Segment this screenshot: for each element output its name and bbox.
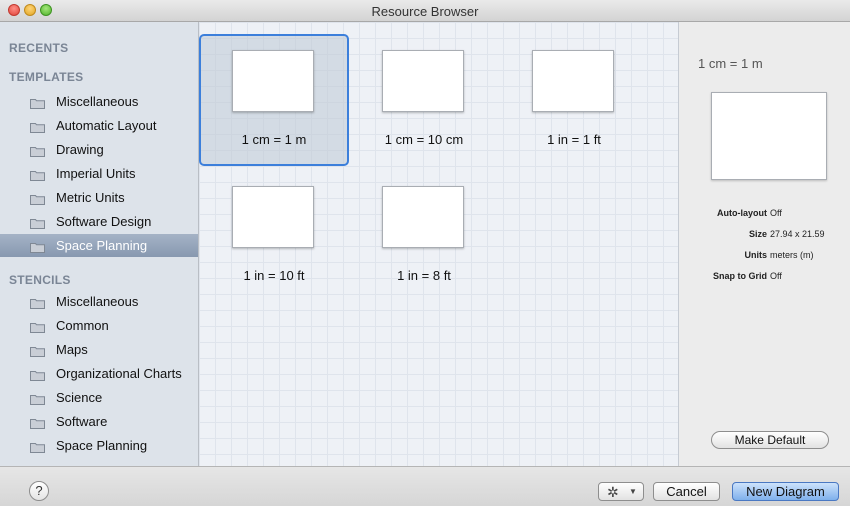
stencil-item-label: Miscellaneous — [56, 294, 139, 309]
template-tile-label: 1 in = 1 ft — [547, 132, 601, 147]
folder-icon — [30, 440, 45, 453]
template-item[interactable]: Miscellaneous — [0, 90, 198, 113]
property-row: Auto-layout Off — [679, 208, 850, 222]
property-value: Off — [770, 271, 782, 281]
template-tile[interactable]: 1 in = 8 ft — [349, 170, 499, 302]
template-tile-label: 1 in = 8 ft — [397, 268, 451, 283]
bottom-bar: ? ✲ ▼ Cancel New Diagram — [0, 466, 850, 506]
stencil-item-label: Space Planning — [56, 438, 148, 453]
template-item-label: Software Design — [56, 214, 152, 229]
template-item[interactable]: Automatic Layout — [0, 114, 198, 137]
inspector-panel: 1 cm = 1 m Auto-layout Off Size 27.94 x 21.… — [679, 22, 850, 466]
template-thumbnail — [232, 186, 314, 248]
folder-icon — [30, 120, 45, 133]
stencil-item-label: Organizational Charts — [56, 366, 182, 381]
template-item[interactable]: Software Design — [0, 210, 198, 233]
new-diagram-button[interactable]: New Diagram — [732, 482, 839, 501]
template-item[interactable]: Metric Units — [0, 186, 198, 209]
title-bar: Resource Browser — [0, 0, 850, 22]
stencil-item[interactable]: Science — [0, 386, 198, 409]
folder-icon — [30, 144, 45, 157]
template-thumbnail — [532, 50, 614, 112]
template-tile[interactable]: 1 in = 1 ft — [499, 34, 649, 166]
section-header-stencils: STENCILS — [9, 273, 71, 287]
property-row: Snap to Grid Off — [679, 271, 850, 285]
property-row: Units meters (m) — [679, 250, 850, 264]
template-item-label: Miscellaneous — [56, 94, 139, 109]
template-tile-label: 1 cm = 10 cm — [384, 132, 464, 147]
property-value: 27.94 x 21.59 — [770, 229, 825, 239]
stencil-item-label: Science — [56, 390, 103, 405]
template-tile[interactable]: 1 in = 10 ft — [199, 170, 349, 302]
resource-browser-window: Resource Browser RECENTS TEMPLATES Misce… — [0, 0, 850, 506]
chevron-down-icon: ▼ — [629, 487, 637, 496]
folder-icon — [30, 416, 45, 429]
property-row: Size 27.94 x 21.59 — [679, 229, 850, 243]
property-name: Size — [748, 229, 767, 239]
property-value: meters (m) — [770, 250, 814, 260]
section-header-templates: TEMPLATES — [9, 70, 84, 84]
folder-icon — [30, 368, 45, 381]
window-title: Resource Browser — [371, 4, 479, 19]
stencil-item-label: Common — [56, 318, 109, 333]
folder-icon — [30, 240, 45, 253]
template-item[interactable]: Space Planning — [0, 234, 198, 257]
stencil-item[interactable]: Space Planning — [0, 434, 198, 457]
folder-icon — [30, 168, 45, 181]
template-item-label: Automatic Layout — [56, 118, 157, 133]
folder-icon — [30, 392, 45, 405]
template-tile-label: 1 cm = 1 m — [241, 132, 307, 147]
template-tile[interactable]: 1 cm = 10 cm — [349, 34, 499, 166]
folder-icon — [30, 192, 45, 205]
template-thumbnail — [232, 50, 314, 112]
template-item-label: Drawing — [56, 142, 104, 157]
stencil-item[interactable]: Miscellaneous — [0, 290, 198, 313]
sidebar: RECENTS TEMPLATES Miscellaneous Automatic… — [0, 22, 199, 466]
gear-icon: ✲ — [607, 484, 619, 500]
property-name: Auto-layout — [717, 208, 767, 218]
make-default-button[interactable]: Make Default — [711, 431, 829, 449]
template-tile[interactable]: 1 cm = 1 m — [199, 34, 349, 166]
template-tile-label: 1 in = 10 ft — [243, 268, 305, 283]
stencil-item-label: Software — [56, 414, 108, 429]
stencil-item-label: Maps — [56, 342, 88, 357]
folder-icon — [30, 296, 45, 309]
template-item-label: Space Planning — [56, 238, 148, 253]
stencil-item[interactable]: Software — [0, 410, 198, 433]
folder-icon — [30, 96, 45, 109]
stencil-item[interactable]: Maps — [0, 338, 198, 361]
action-menu-button[interactable]: ✲ ▼ — [598, 482, 644, 501]
inspector-title: 1 cm = 1 m — [698, 56, 763, 71]
inspector-preview — [711, 92, 827, 180]
template-item-label: Metric Units — [56, 190, 125, 205]
property-value: Off — [770, 208, 782, 218]
property-name: Snap to Grid — [713, 271, 767, 281]
cancel-button[interactable]: Cancel — [653, 482, 720, 501]
property-name: Units — [744, 250, 768, 260]
folder-icon — [30, 320, 45, 333]
stencil-item[interactable]: Organizational Charts — [0, 362, 198, 385]
template-thumbnail — [382, 50, 464, 112]
stencil-item[interactable]: Common — [0, 314, 198, 337]
template-item-label: Imperial Units — [56, 166, 136, 181]
folder-icon — [30, 344, 45, 357]
template-grid: 1 cm = 1 m 1 cm = 10 cm 1 in = 1 ft 1 in = … — [199, 22, 679, 466]
template-item[interactable]: Drawing — [0, 138, 198, 161]
section-header-recents[interactable]: RECENTS — [9, 41, 68, 55]
template-item[interactable]: Imperial Units — [0, 162, 198, 185]
help-button[interactable]: ? — [29, 481, 49, 501]
template-thumbnail — [382, 186, 464, 248]
folder-icon — [30, 216, 45, 229]
